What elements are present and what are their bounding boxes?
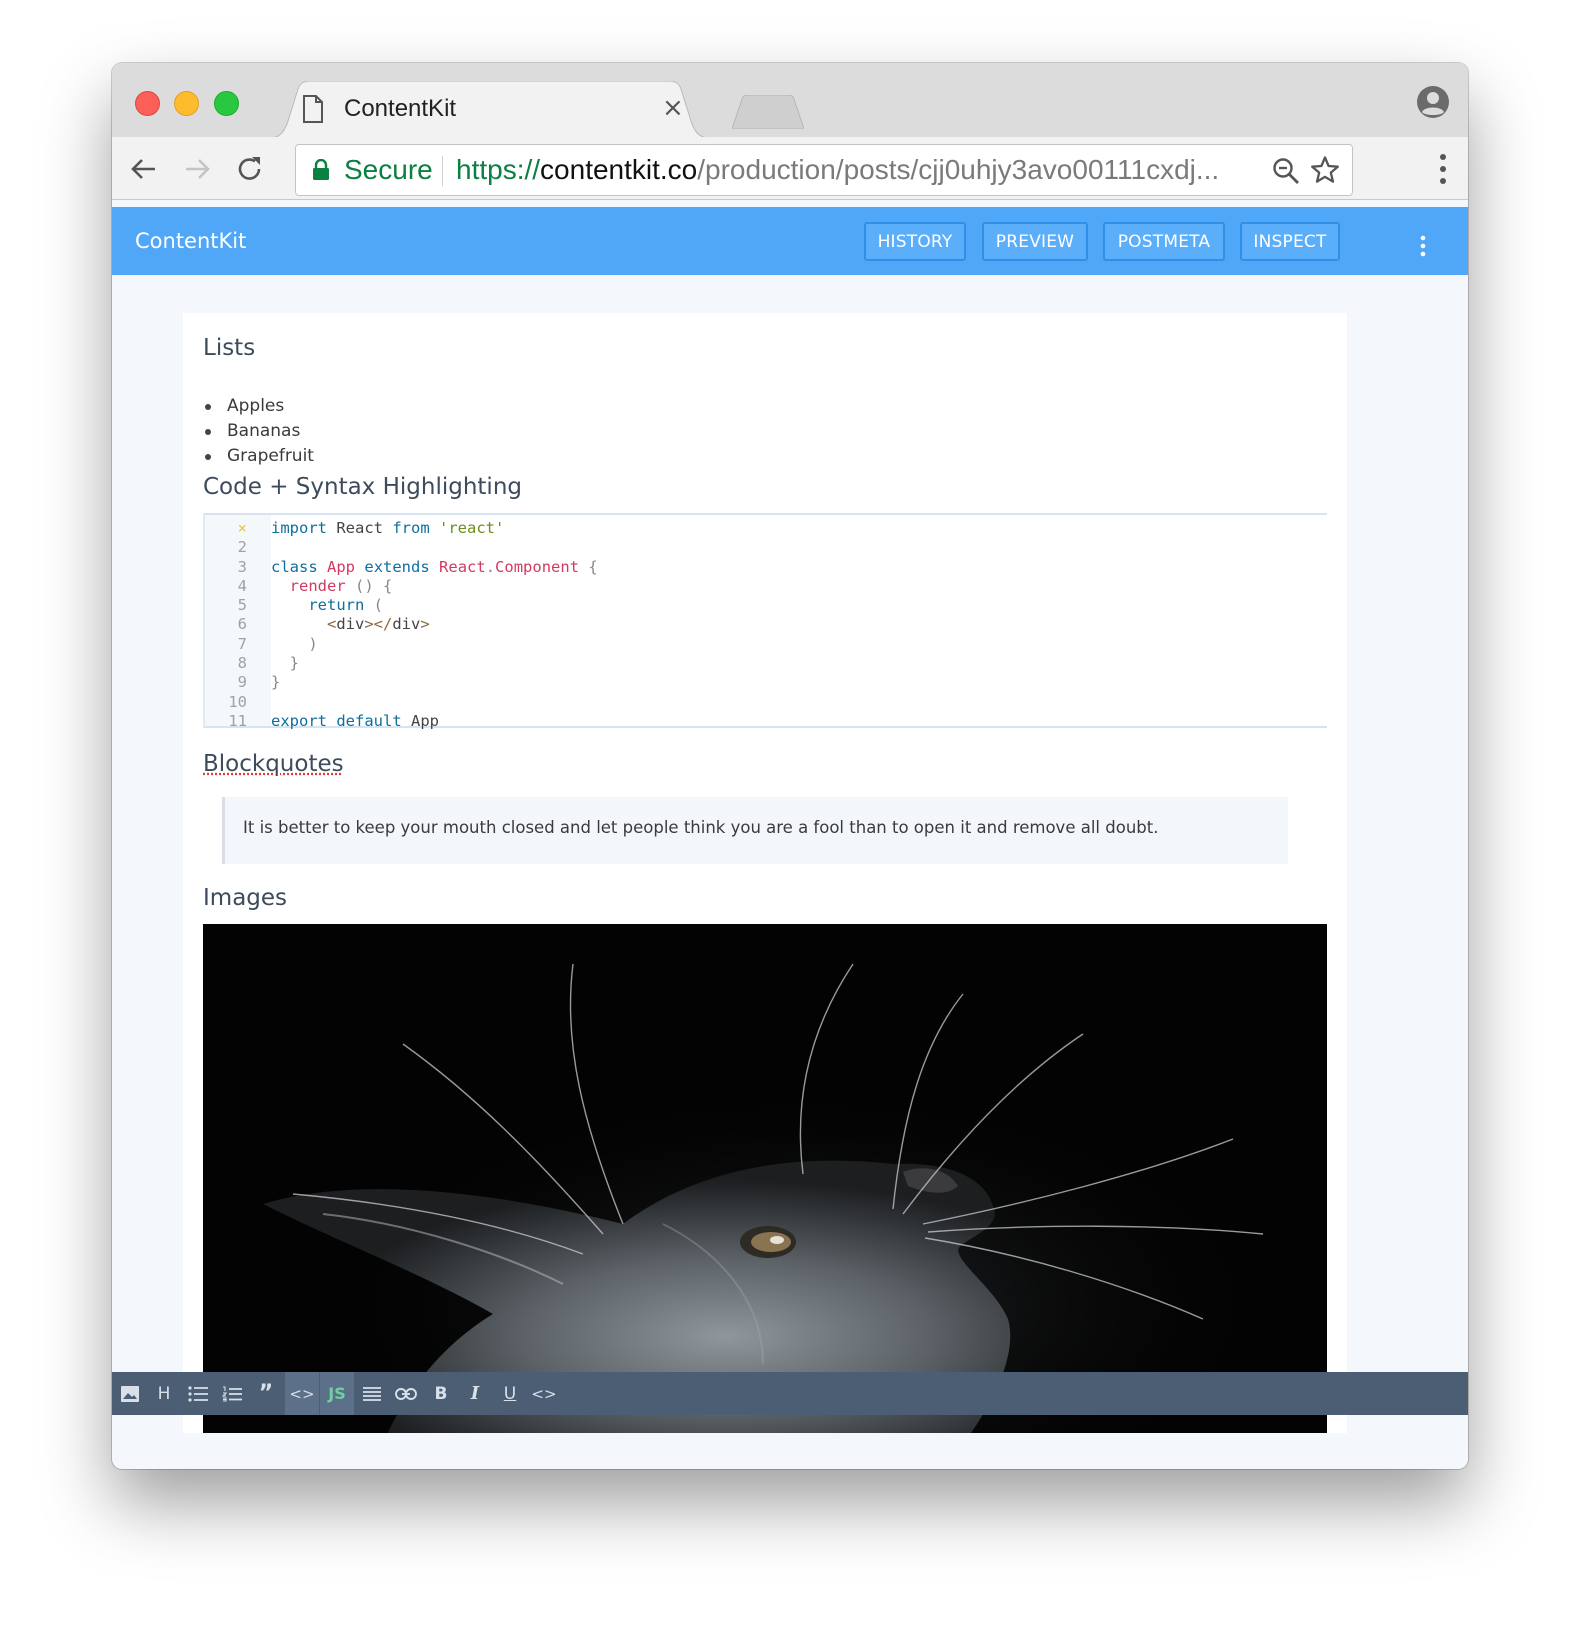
js-label: JS (328, 1384, 346, 1403)
bullet-list-glyph (188, 1385, 208, 1402)
line-number: 6 (237, 615, 247, 634)
blockquotes-heading: Blockquotes (203, 751, 344, 777)
fruit-list: Apples Bananas Grapefruit (205, 395, 314, 470)
postmeta-button[interactable]: POSTMETA (1103, 222, 1225, 261)
tab-shape (262, 81, 717, 139)
cat-image[interactable] (203, 924, 1327, 1433)
code-icon[interactable]: <> (285, 1372, 319, 1415)
zoom-icon[interactable] (1272, 157, 1300, 185)
list-item: Apples (205, 395, 314, 420)
line-number: 9 (237, 673, 247, 692)
url-host: contentkit.co (540, 154, 698, 185)
line-number: 2 (237, 538, 247, 557)
lists-heading: Lists (203, 335, 256, 361)
maximize-window-button[interactable] (214, 91, 239, 116)
line-number: 5 (237, 596, 247, 615)
line-number: 11 (228, 711, 247, 730)
underline-icon[interactable]: U (493, 1372, 527, 1415)
italic-icon[interactable]: I (458, 1372, 492, 1415)
omnibox-divider (442, 156, 443, 186)
browser-menu-icon[interactable] (1438, 153, 1448, 185)
address-bar[interactable]: Secure https://contentkit.co/production/… (295, 144, 1353, 196)
browser-tab-active[interactable]: ContentKit × (262, 81, 717, 139)
bold-icon[interactable]: B (424, 1372, 458, 1415)
embed-code-icon[interactable]: <> (527, 1372, 561, 1415)
link-icon[interactable] (389, 1372, 423, 1415)
image-glyph (121, 1385, 139, 1402)
forward-arrow-icon (186, 159, 210, 179)
cat-photo-illustration (203, 924, 1327, 1433)
close-window-button[interactable] (135, 91, 160, 116)
url-text[interactable]: https://contentkit.co/production/posts/c… (456, 154, 1246, 186)
more-options-icon[interactable] (1420, 235, 1426, 257)
forward-button[interactable] (177, 149, 217, 189)
browser-toolbar: Secure https://contentkit.co/production/… (112, 137, 1468, 200)
editor-toolbar: H ” <> JS B I U <> (112, 1372, 1468, 1415)
lock-icon (313, 159, 329, 180)
history-button[interactable]: HISTORY (864, 222, 966, 261)
code-lines: × import React from 'react' 2 3 class App … (205, 519, 597, 731)
js-icon[interactable]: JS (320, 1372, 354, 1415)
back-button[interactable] (124, 149, 164, 189)
line-number: 8 (237, 654, 247, 673)
back-arrow-icon (131, 159, 155, 179)
browser-window: ContentKit × Secure https://contentkit.c… (112, 63, 1468, 1469)
code-block[interactable]: × import React from 'react' 2 3 class App … (203, 513, 1327, 731)
quote-icon[interactable]: ” (249, 1372, 283, 1415)
line-number: 7 (237, 634, 247, 653)
list-item: Bananas (205, 420, 314, 445)
code-heading: Code + Syntax Highlighting (203, 474, 523, 500)
link-glyph (395, 1387, 417, 1400)
tab-title: ContentKit (344, 95, 457, 122)
blockquote-text: It is better to keep your mouth closed a… (243, 818, 1159, 837)
url-scheme: https:// (456, 154, 541, 185)
reload-button[interactable] (230, 149, 270, 189)
title-bar: ContentKit × (112, 63, 1468, 139)
align-icon[interactable] (355, 1372, 389, 1415)
reload-icon (238, 157, 261, 180)
numbered-list-glyph (222, 1385, 242, 1402)
inspect-button[interactable]: INSPECT (1240, 222, 1340, 261)
tab-close-icon[interactable]: × (662, 93, 684, 123)
app-bar: ContentKit HISTORY PREVIEW POSTMETA INSP… (112, 207, 1468, 275)
url-path: /production/posts/cjj0uhjy3avo00111cxdj.… (697, 154, 1220, 185)
secure-label: Secure (344, 154, 433, 185)
profile-icon[interactable] (1416, 85, 1450, 119)
preview-button[interactable]: PREVIEW (982, 222, 1088, 261)
bookmark-star-icon[interactable] (1310, 155, 1340, 185)
new-tab-button[interactable] (732, 95, 804, 129)
line-number: 3 (237, 557, 247, 576)
list-item: Grapefruit (205, 445, 314, 470)
line-number: × (237, 519, 247, 537)
document-icon (303, 95, 323, 123)
heading-icon[interactable]: H (147, 1372, 181, 1415)
document-editor[interactable]: Lists Apples Bananas Grapefruit Code + S… (183, 313, 1347, 1433)
bulleted-list-icon[interactable] (181, 1372, 215, 1415)
numbered-list-icon[interactable] (215, 1372, 249, 1415)
images-heading: Images (203, 885, 288, 911)
blockquote: It is better to keep your mouth closed a… (222, 797, 1288, 864)
line-number: 10 (228, 692, 247, 711)
minimize-window-button[interactable] (174, 91, 199, 116)
app-brand[interactable]: ContentKit (135, 229, 246, 253)
align-glyph (363, 1386, 381, 1401)
image-icon[interactable] (113, 1372, 147, 1415)
line-number: 4 (237, 576, 247, 595)
